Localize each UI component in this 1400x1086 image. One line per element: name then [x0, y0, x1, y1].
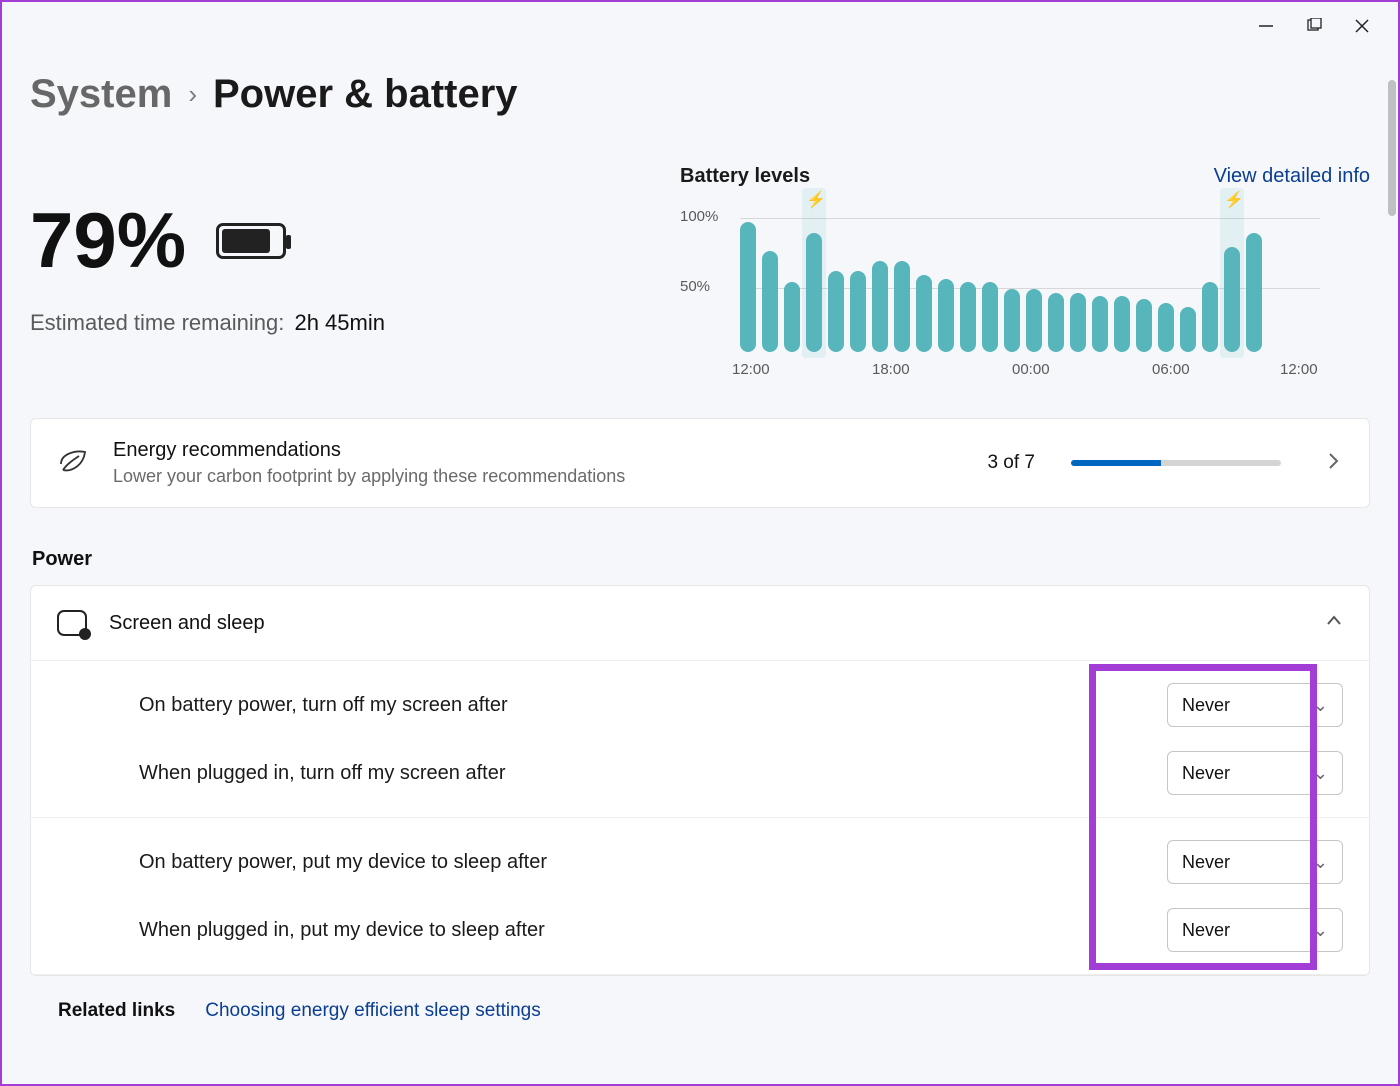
chart-bar [938, 279, 954, 352]
dropdown-value: Never [1182, 852, 1230, 873]
screen-sleep-card: Screen and sleep On battery power, turn … [30, 585, 1370, 976]
charging-icon: ⚡ [806, 190, 826, 210]
chevron-down-icon: ⌄ [1313, 763, 1328, 784]
chart-bar [894, 261, 910, 352]
chevron-down-icon: ⌄ [1313, 852, 1328, 873]
chart-bar [850, 271, 866, 352]
energy-count: 3 of 7 [987, 452, 1035, 474]
screen-icon [57, 610, 87, 636]
battery-icon [216, 223, 286, 259]
related-links-label: Related links [58, 1000, 175, 1022]
minimize-button[interactable] [1256, 16, 1276, 36]
chart-bar [1202, 282, 1218, 352]
setting-label: On battery power, put my device to sleep… [139, 851, 1167, 874]
chevron-right-icon: › [188, 79, 197, 110]
estimate-label: Estimated time remaining: [30, 310, 284, 335]
sleep-plugged-dropdown[interactable]: Never ⌄ [1167, 908, 1343, 952]
chart-bar [1048, 293, 1064, 352]
chart-bar [982, 282, 998, 352]
chart-bar [916, 275, 932, 352]
dropdown-value: Never [1182, 920, 1230, 941]
charging-icon: ⚡ [1224, 190, 1244, 210]
setting-label: When plugged in, turn off my screen afte… [139, 762, 1167, 785]
energy-title: Energy recommendations [113, 439, 965, 462]
related-link[interactable]: Choosing energy efficient sleep settings [205, 1000, 541, 1022]
chart-bar [1070, 293, 1086, 352]
chart-title: Battery levels [680, 165, 810, 188]
breadcrumb: System › Power & battery [30, 72, 1370, 117]
setting-label: When plugged in, put my device to sleep … [139, 919, 1167, 942]
chart-bar [1026, 289, 1042, 352]
setting-row: When plugged in, turn off my screen afte… [31, 739, 1369, 818]
x-tick: 00:00 [1012, 361, 1050, 378]
scrollbar-thumb[interactable] [1388, 80, 1396, 216]
energy-progress [1071, 460, 1281, 466]
screen-sleep-header[interactable]: Screen and sleep [31, 586, 1369, 661]
battery-summary: 79% Estimated time remaining: 2h 45min [30, 165, 640, 374]
energy-subtitle: Lower your carbon footprint by applying … [113, 466, 965, 487]
chevron-up-icon [1325, 612, 1343, 635]
view-detailed-link[interactable]: View detailed info [1214, 165, 1370, 188]
related-links: Related links Choosing energy efficient … [30, 986, 1370, 1036]
x-tick: 06:00 [1152, 361, 1190, 378]
scrollbar[interactable] [1388, 80, 1396, 640]
setting-row: On battery power, put my device to sleep… [31, 818, 1369, 896]
x-tick: 12:00 [1280, 361, 1318, 378]
chevron-down-icon: ⌄ [1313, 695, 1328, 716]
setting-label: On battery power, turn off my screen aft… [139, 694, 1167, 717]
battery-chart: Battery levels View detailed info 100% 5… [680, 165, 1370, 374]
y-tick: 100% [680, 208, 718, 225]
maximize-button[interactable] [1304, 16, 1324, 36]
chart-bar [1180, 307, 1196, 352]
chevron-down-icon: ⌄ [1313, 920, 1328, 941]
chart-bar [1246, 233, 1262, 352]
chart-bar [1158, 303, 1174, 352]
window-controls [1238, 8, 1390, 44]
chart-bar [1114, 296, 1130, 352]
sleep-battery-dropdown[interactable]: Never ⌄ [1167, 840, 1343, 884]
close-button[interactable] [1352, 16, 1372, 36]
dropdown-value: Never [1182, 695, 1230, 716]
chart-bar [872, 261, 888, 352]
chart-bar [1136, 299, 1152, 352]
x-tick: 12:00 [732, 361, 770, 378]
x-tick: 18:00 [872, 361, 910, 378]
energy-recommendations-card[interactable]: Energy recommendations Lower your carbon… [30, 418, 1370, 508]
screen-sleep-title: Screen and sleep [109, 612, 1303, 635]
breadcrumb-parent[interactable]: System [30, 72, 172, 117]
leaf-icon [57, 446, 91, 480]
chart-bar [1092, 296, 1108, 352]
setting-row: On battery power, turn off my screen aft… [31, 661, 1369, 739]
page-title: Power & battery [213, 72, 518, 117]
battery-percent: 79% [30, 195, 186, 286]
chart-bar [1004, 289, 1020, 352]
section-power: Power [32, 548, 1370, 571]
chart-bar [828, 271, 844, 352]
screen-off-plugged-dropdown[interactable]: Never ⌄ [1167, 751, 1343, 795]
chart-bar [762, 251, 778, 352]
screen-off-battery-dropdown[interactable]: Never ⌄ [1167, 683, 1343, 727]
chart-bar [784, 282, 800, 352]
setting-row: When plugged in, put my device to sleep … [31, 896, 1369, 975]
estimate-value: 2h 45min [294, 310, 385, 335]
chart-bar [960, 282, 976, 352]
y-tick: 50% [680, 278, 710, 295]
chart-bar [740, 222, 756, 352]
dropdown-value: Never [1182, 763, 1230, 784]
chevron-right-icon [1325, 452, 1343, 475]
